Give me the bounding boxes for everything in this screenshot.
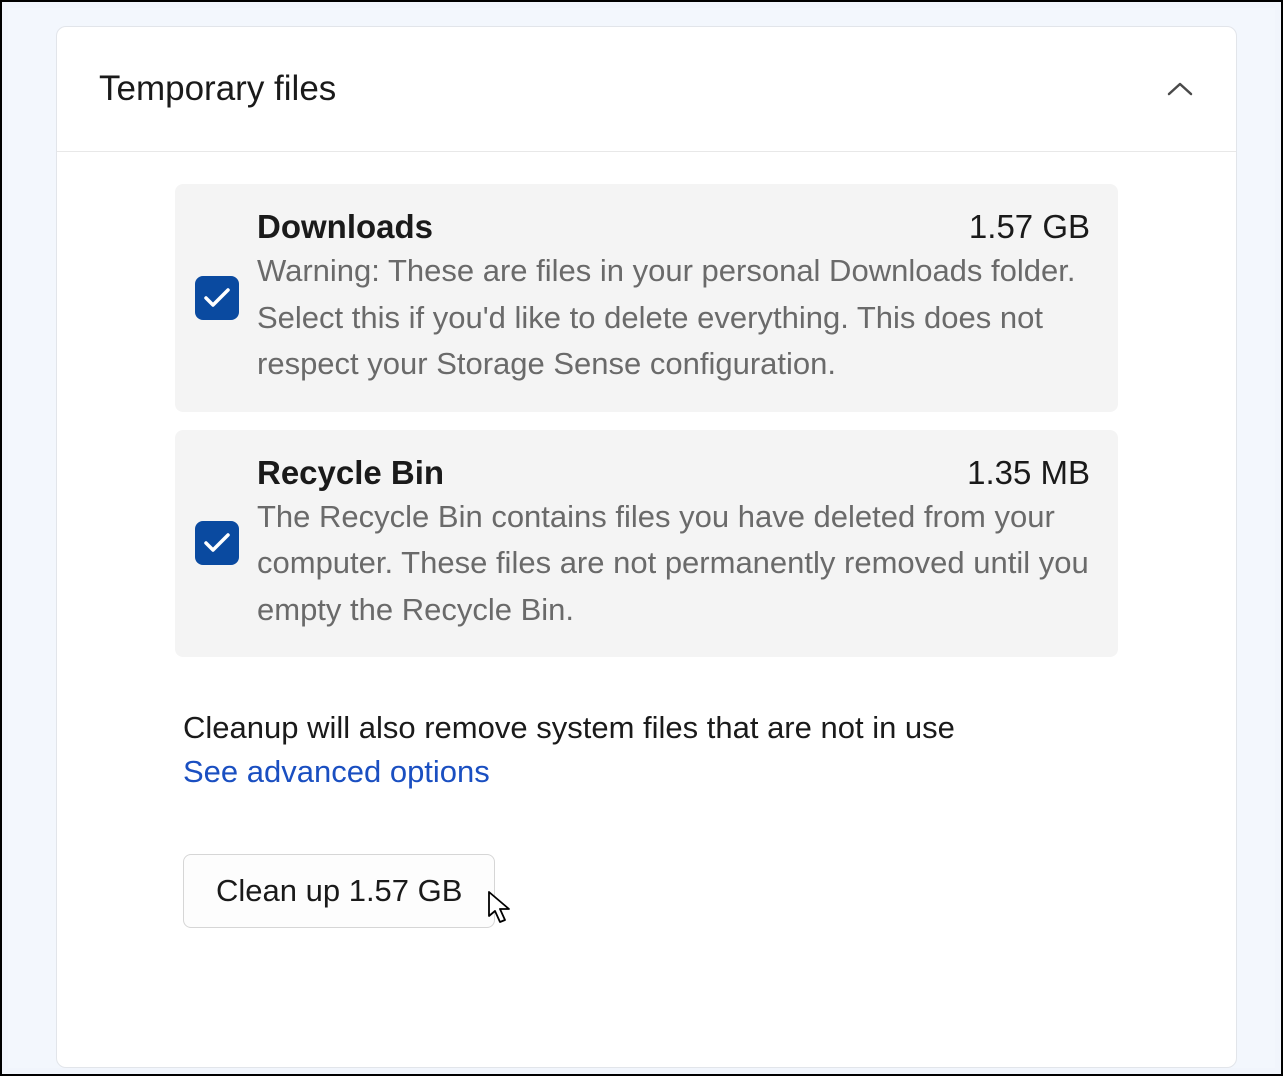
- mouse-cursor-icon: [487, 890, 515, 931]
- info-section: Cleanup will also remove system files th…: [175, 705, 1118, 790]
- checkbox-downloads[interactable]: [195, 276, 239, 320]
- item-content: Recycle Bin 1.35 MB The Recycle Bin cont…: [257, 454, 1090, 634]
- panel-title: Temporary files: [99, 69, 336, 109]
- item-title: Downloads: [257, 208, 433, 246]
- panel-body: Downloads 1.57 GB Warning: These are fil…: [57, 152, 1236, 963]
- cleanup-item-recycle-bin[interactable]: Recycle Bin 1.35 MB The Recycle Bin cont…: [175, 430, 1118, 658]
- item-content: Downloads 1.57 GB Warning: These are fil…: [257, 208, 1090, 388]
- item-description: The Recycle Bin contains files you have …: [257, 494, 1090, 634]
- action-row: Clean up 1.57 GB: [175, 852, 1118, 931]
- checkmark-icon: [203, 532, 231, 554]
- item-size: 1.57 GB: [969, 208, 1090, 246]
- panel-header[interactable]: Temporary files: [57, 27, 1236, 152]
- cleanup-info-text: Cleanup will also remove system files th…: [183, 705, 1118, 752]
- cleanup-button[interactable]: Clean up 1.57 GB: [183, 854, 495, 928]
- temporary-files-panel: Temporary files Downloads 1.57 GB: [56, 26, 1237, 1068]
- item-description: Warning: These are files in your persona…: [257, 248, 1090, 388]
- cleanup-item-downloads[interactable]: Downloads 1.57 GB Warning: These are fil…: [175, 184, 1118, 412]
- checkmark-icon: [203, 287, 231, 309]
- see-advanced-options-link[interactable]: See advanced options: [183, 754, 490, 790]
- item-size: 1.35 MB: [967, 454, 1090, 492]
- chevron-up-icon[interactable]: [1166, 75, 1194, 103]
- item-title: Recycle Bin: [257, 454, 444, 492]
- checkbox-recycle-bin[interactable]: [195, 521, 239, 565]
